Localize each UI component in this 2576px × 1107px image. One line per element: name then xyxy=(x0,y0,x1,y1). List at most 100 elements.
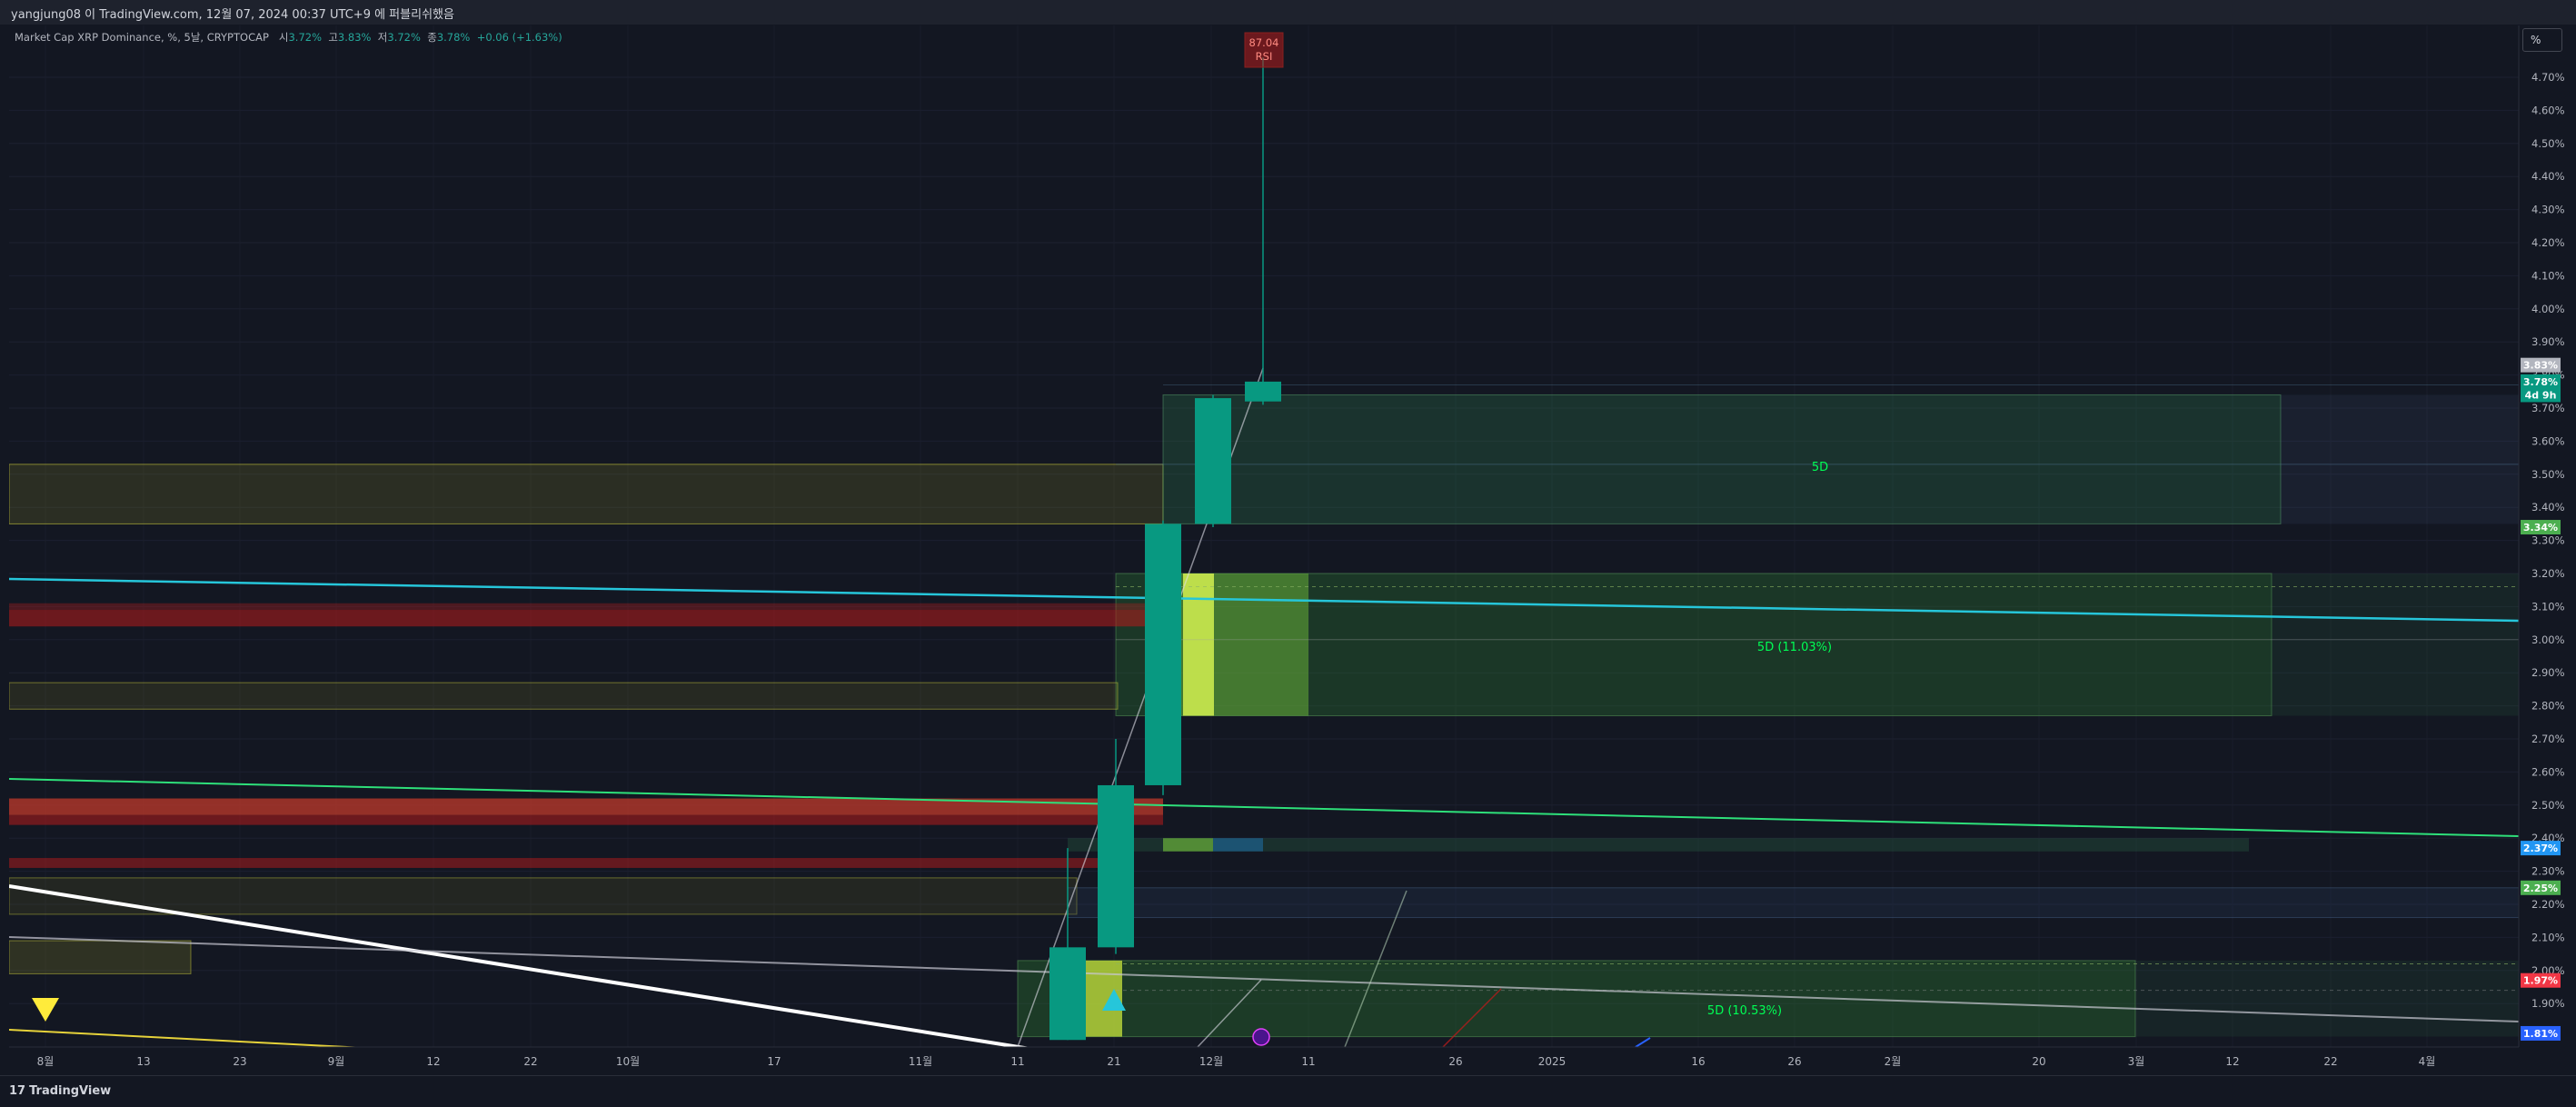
candle[interactable] xyxy=(1098,739,1134,954)
y-tick-label: 2.10% xyxy=(2531,931,2565,943)
y-tick-label: 4.00% xyxy=(2531,303,2565,315)
y-tick-label: 2.80% xyxy=(2531,700,2565,713)
x-tick-label: 12 xyxy=(426,1055,440,1068)
y-tick-label: 3.00% xyxy=(2531,633,2565,646)
percent-scale-button[interactable]: % xyxy=(2522,28,2562,52)
price-label-text: 2.37% xyxy=(2523,843,2558,854)
price-label-text: 3.83% xyxy=(2523,360,2558,372)
x-tick-label: 8월 xyxy=(37,1055,55,1068)
rsi-value-text: 87.04 xyxy=(1249,36,1279,49)
red-zone-upper xyxy=(9,610,1145,627)
y-tick-label: 2.70% xyxy=(2531,733,2565,745)
tradingview-logo-text: TradingView xyxy=(29,1084,112,1098)
low-label: 저 xyxy=(377,31,388,44)
price-label-text: 1.97% xyxy=(2523,975,2558,987)
x-tick-label: 11월 xyxy=(909,1055,932,1068)
y-tick-label: 3.20% xyxy=(2531,567,2565,580)
y-tick-label: 3.50% xyxy=(2531,468,2565,481)
y-tick-label: 2.50% xyxy=(2531,799,2565,812)
y-tick-label: 4.70% xyxy=(2531,71,2565,84)
target-zone-5d-middle-ext xyxy=(2272,573,2519,716)
open-label: 시 xyxy=(278,31,289,44)
close-label: 종 xyxy=(427,31,437,44)
y-tick-label: 3.30% xyxy=(2531,534,2565,547)
chart-window: yangjung08 이 TradingView.com, 12월 07, 20… xyxy=(0,0,2576,1107)
x-tick-label: 4월 xyxy=(2419,1055,2436,1068)
y-tick-label: 4.30% xyxy=(2531,204,2565,216)
target-label-middle: 5D (11.03%) xyxy=(1757,641,1832,654)
time-axis[interactable]: 8월 13 23 9월 12 22 10월 17 11월 11 21 12월 11 26 2025 16 26 2… xyxy=(9,1046,2519,1068)
target-zone-5d-upper-ext xyxy=(2281,394,2519,524)
rsi-label-text: RSI xyxy=(1256,50,1273,63)
zone-2-37-lime xyxy=(1163,838,1213,852)
x-tick-label: 22 xyxy=(523,1055,537,1068)
tradingview-logo-icon: 17 xyxy=(9,1084,26,1098)
blue-projection-line xyxy=(1635,1037,1651,1047)
red-zone-lower xyxy=(9,814,1163,825)
x-tick-label: 11 xyxy=(1010,1055,1024,1068)
high-value: 3.83% xyxy=(337,31,372,44)
y-tick-label: 3.70% xyxy=(2531,402,2565,414)
tradingview-logo[interactable]: 17 TradingView xyxy=(9,1084,111,1098)
symbol-legend: Market Cap XRP Dominance, %, 5날, CRYPTOC… xyxy=(15,30,562,45)
target-label-lower: 5D (10.53%) xyxy=(1707,1004,1782,1018)
low-value: 3.72% xyxy=(387,31,421,44)
x-tick-label: 23 xyxy=(233,1055,246,1068)
y-tick-label: 2.20% xyxy=(2531,898,2565,911)
x-tick-label: 17 xyxy=(767,1055,781,1068)
x-tick-label: 12월 xyxy=(1199,1055,1223,1068)
y-tick-label: 3.90% xyxy=(2531,335,2565,348)
x-tick-label: 11 xyxy=(1301,1055,1315,1068)
x-tick-label: 13 xyxy=(136,1055,150,1068)
price-chart[interactable]: 87.04RSI 5D 5D (11.03%) 5D (10.53%) 1.90% 2.… xyxy=(0,0,2576,1106)
blue-zone-2-25 xyxy=(1067,887,2519,919)
open-value: 3.72% xyxy=(288,31,323,44)
target-zone-5d-lower xyxy=(1017,960,2136,1038)
change-value: +0.06 (+1.63%) xyxy=(476,31,562,44)
x-tick-label: 9월 xyxy=(328,1055,345,1068)
yellow-zone-low xyxy=(9,877,1078,915)
y-tick-label: 4.60% xyxy=(2531,104,2565,116)
x-tick-label: 3월 xyxy=(2128,1055,2145,1068)
x-tick-label: 10월 xyxy=(616,1055,640,1068)
x-tick-label: 2월 xyxy=(1885,1055,1902,1068)
price-label-text: 3.78% xyxy=(2523,376,2558,388)
y-tick-label: 2.30% xyxy=(2531,865,2565,878)
candle[interactable] xyxy=(1195,394,1231,528)
target-label-upper: 5D xyxy=(1812,461,1828,474)
y-tick-label: 4.10% xyxy=(2531,269,2565,282)
y-tick-label: 3.40% xyxy=(2531,501,2565,514)
symbol-name: Market Cap XRP Dominance, %, 5날, CRYPTOC… xyxy=(15,31,269,44)
yellow-zone-mid xyxy=(9,682,1119,710)
candle[interactable] xyxy=(1145,520,1181,795)
y-tick-label: 1.90% xyxy=(2531,997,2565,1010)
y-tick-label: 4.50% xyxy=(2531,137,2565,150)
candle-body xyxy=(1098,784,1134,948)
candle-body xyxy=(1049,947,1086,1041)
event-marker-icon xyxy=(1252,1028,1270,1046)
candle[interactable] xyxy=(1245,57,1281,405)
down-triangle-marker-icon xyxy=(32,998,59,1022)
price-label-text: 4d 9h xyxy=(2525,389,2557,401)
x-tick-label: 2025 xyxy=(1538,1055,1566,1068)
price-label-text: 3.34% xyxy=(2523,522,2558,534)
y-tick-label: 2.60% xyxy=(2531,765,2565,778)
x-tick-label: 20 xyxy=(2032,1055,2045,1068)
supply-zone-yellow xyxy=(9,464,1164,524)
candle-body xyxy=(1195,398,1231,524)
red-zone-bottom xyxy=(9,858,1099,868)
footer-bar: 17 TradingView xyxy=(0,1075,2576,1107)
price-label-text: 2.25% xyxy=(2523,883,2558,894)
zones-layer xyxy=(9,394,2519,1038)
x-tick-label: 26 xyxy=(1787,1055,1801,1068)
close-value: 3.78% xyxy=(436,31,471,44)
high-label: 고 xyxy=(328,31,338,44)
zone-2-37-blue xyxy=(1213,838,1263,852)
y-tick-label: 3.60% xyxy=(2531,434,2565,447)
price-label-text: 1.81% xyxy=(2523,1028,2558,1040)
red-zone-upper-thin xyxy=(9,603,1145,611)
candle-body xyxy=(1145,524,1181,785)
y-tick-label: 2.90% xyxy=(2531,666,2565,679)
x-tick-label: 21 xyxy=(1107,1055,1120,1068)
x-tick-label: 12 xyxy=(2225,1055,2239,1068)
